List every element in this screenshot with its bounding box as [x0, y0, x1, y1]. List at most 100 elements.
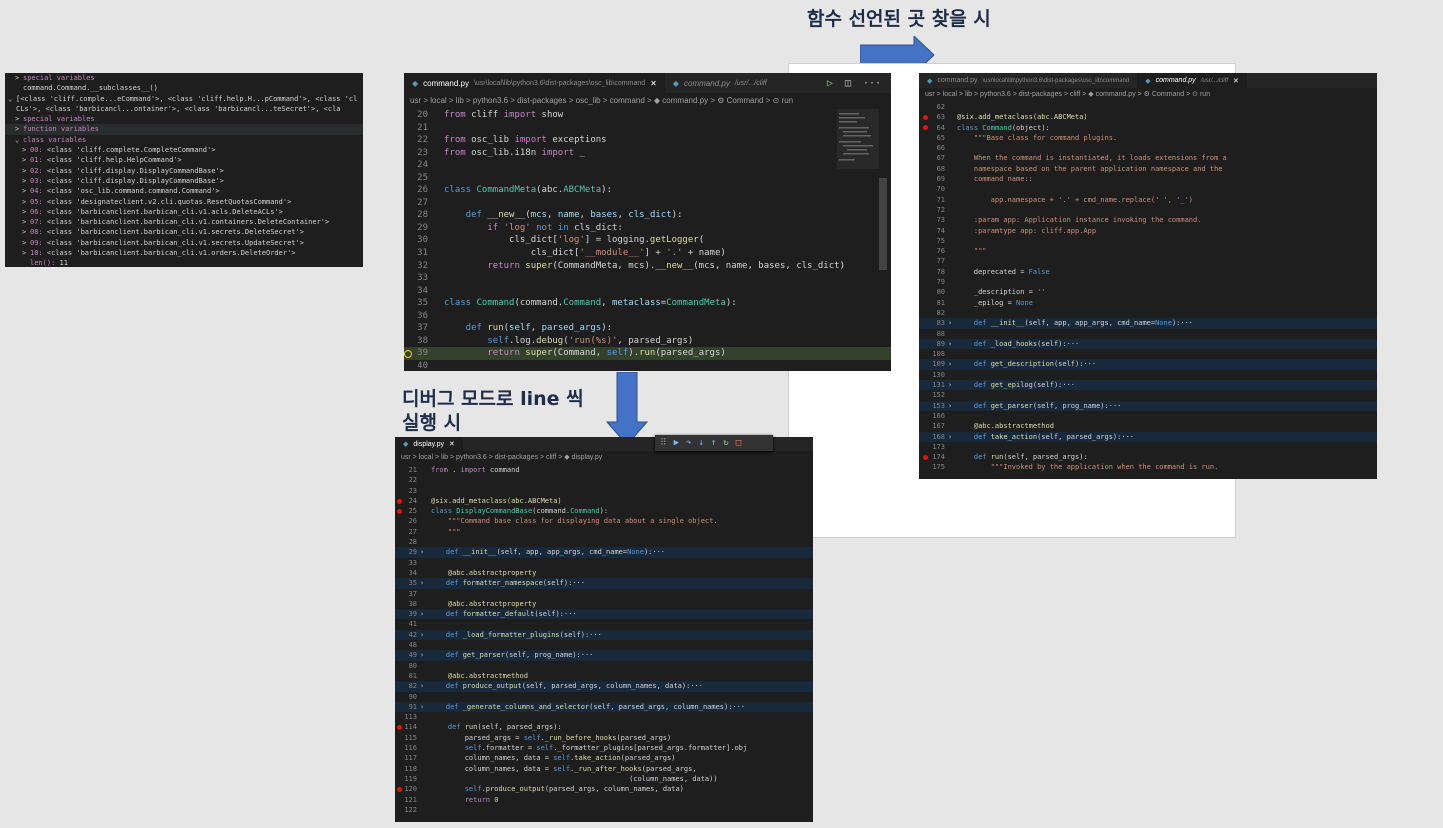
code-line[interactable]: 24: [404, 159, 891, 172]
line-number[interactable]: 131: [919, 380, 945, 390]
line-number[interactable]: 81: [919, 298, 945, 308]
line-number[interactable]: 166: [919, 411, 945, 421]
code-line[interactable]: 48: [395, 640, 813, 650]
code-line[interactable]: 66: [919, 143, 1377, 153]
chevron-right-icon[interactable]: >: [22, 217, 30, 227]
code-line[interactable]: 70: [919, 184, 1377, 194]
line-number[interactable]: 80: [919, 287, 945, 297]
fold-chevron-icon[interactable]: ›: [417, 578, 427, 588]
restart-icon[interactable]: ↻: [723, 438, 728, 448]
code-line[interactable]: 77: [919, 256, 1377, 266]
line-number[interactable]: 130: [919, 370, 945, 380]
fold-chevron-icon[interactable]: ›: [945, 401, 955, 411]
line-number[interactable]: 80: [395, 661, 417, 671]
code-line[interactable]: 29 if 'log' not in cls_dict:: [404, 222, 891, 235]
variable-row[interactable]: len(): 11: [5, 258, 363, 267]
stop-icon[interactable]: □: [736, 438, 741, 448]
fold-chevron-icon[interactable]: ›: [417, 630, 427, 640]
line-number[interactable]: 21: [395, 465, 417, 475]
code-line[interactable]: 35 › def formatter_namespace(self):···: [395, 578, 813, 589]
code-line[interactable]: 40: [404, 360, 891, 371]
step-over-icon[interactable]: ↷: [686, 438, 691, 448]
code-line[interactable]: 49 › def get_parser(self, prog_name):···: [395, 650, 813, 661]
code-line[interactable]: 67 When the command is instantiated, it …: [919, 153, 1377, 163]
variable-row[interactable]: >06: <class 'barbicanclient.barbican_cli…: [5, 207, 363, 217]
fold-chevron-icon[interactable]: ›: [417, 609, 427, 619]
code-line[interactable]: 31 cls_dict['__module__'] + '.' + name): [404, 247, 891, 260]
code-line[interactable]: 82 › def produce_output(self, parsed_args…: [395, 681, 813, 692]
code-line[interactable]: 62: [919, 102, 1377, 112]
line-number[interactable]: 20: [404, 109, 428, 122]
code-line[interactable]: 153 › def get_parser(self, prog_name):···: [919, 400, 1377, 411]
chevron-right-icon[interactable]: >: [15, 73, 23, 83]
code-line[interactable]: 22: [395, 475, 813, 485]
fold-chevron-icon[interactable]: ›: [945, 318, 955, 328]
drag-handle-icon[interactable]: ⠿: [660, 438, 667, 448]
code-line[interactable]: 42 › def _load_formatter_plugins(self):··…: [395, 629, 813, 641]
line-number[interactable]: 118: [395, 764, 417, 774]
code-line[interactable]: 152: [919, 390, 1377, 400]
code-line[interactable]: 79: [919, 277, 1377, 287]
line-number[interactable]: 66: [919, 143, 945, 153]
code-line[interactable]: 75: [919, 236, 1377, 246]
line-number[interactable]: 29: [395, 547, 417, 557]
code-line[interactable]: 130: [919, 370, 1377, 380]
line-number[interactable]: 74: [919, 226, 945, 236]
line-number[interactable]: 70: [919, 184, 945, 194]
code-line[interactable]: 83 › def __init__(self, app, app_args, cm…: [919, 318, 1377, 329]
tab-display[interactable]: ◆ display.py ✕: [395, 437, 463, 451]
breakpoint-icon[interactable]: [397, 508, 402, 514]
line-number[interactable]: 40: [404, 360, 428, 371]
line-number[interactable]: 82: [395, 681, 417, 691]
code-line[interactable]: 68 namespace based on the parent applica…: [919, 164, 1377, 174]
variable-row[interactable]: >09: <class 'barbicanclient.barbican_cli…: [5, 238, 363, 248]
code-line[interactable]: 76 """: [919, 246, 1377, 256]
code-line[interactable]: 24 @six.add_metaclass(abc.ABCMeta): [395, 496, 813, 506]
code-line[interactable]: 26 class CommandMeta(abc.ABCMeta):: [404, 184, 891, 197]
line-number[interactable]: 81: [395, 671, 417, 681]
breakpoint-icon[interactable]: [397, 786, 402, 792]
breadcrumb[interactable]: usr > local > lib > python3.6 > dist-pac…: [404, 93, 891, 109]
line-number[interactable]: 79: [919, 277, 945, 287]
continue-icon[interactable]: ▶: [674, 438, 679, 448]
code-line[interactable]: 26 """Command base class for displaying …: [395, 516, 813, 526]
fold-chevron-icon[interactable]: ›: [417, 650, 427, 660]
code-area[interactable]: 21 from . import command 22 23 24 @six.add_me…: [395, 465, 813, 815]
code-line[interactable]: 69 command name::: [919, 174, 1377, 184]
variable-row[interactable]: ⌄ [<class 'cliff.comple...eCommand'>, <cl…: [5, 94, 363, 104]
run-icon[interactable]: ▷: [827, 78, 833, 89]
line-number[interactable]: 32: [404, 260, 428, 273]
line-number[interactable]: 121: [395, 795, 417, 805]
code-line[interactable]: 117 column_names, data = self.take_actio…: [395, 753, 813, 763]
line-number[interactable]: 168: [919, 432, 945, 442]
code-line[interactable]: 71 app.namespace + '.' + cmd_name.replac…: [919, 195, 1377, 205]
chevron-right-icon[interactable]: >: [15, 114, 23, 124]
code-line[interactable]: 30 cls_dict['log'] = logging.getLogger(: [404, 234, 891, 247]
line-number[interactable]: 26: [395, 516, 417, 526]
line-number[interactable]: 39: [395, 609, 417, 619]
line-number[interactable]: 113: [395, 712, 417, 722]
line-number[interactable]: 22: [395, 475, 417, 485]
split-editor-icon[interactable]: ◫: [845, 78, 851, 89]
code-line[interactable]: 89 › def _load_hooks(self):···: [919, 338, 1377, 350]
variable-row[interactable]: >07: <class 'barbicanclient.barbican_cli…: [5, 217, 363, 227]
line-number[interactable]: 109: [919, 359, 945, 369]
code-line[interactable]: 21 from . import command: [395, 465, 813, 475]
variable-row[interactable]: >05: <class 'designateclient.v2.cli.quot…: [5, 197, 363, 207]
code-line[interactable]: 166: [919, 411, 1377, 421]
line-number[interactable]: 62: [919, 102, 945, 112]
code-line[interactable]: 74 :paramtype app: cliff.app.App: [919, 226, 1377, 236]
line-number[interactable]: 31: [404, 247, 428, 260]
code-line[interactable]: 37: [395, 589, 813, 599]
line-number[interactable]: 27: [404, 197, 428, 210]
line-number[interactable]: 117: [395, 753, 417, 763]
fold-chevron-icon[interactable]: ›: [945, 432, 955, 442]
code-line[interactable]: 34: [404, 285, 891, 298]
line-number[interactable]: 167: [919, 421, 945, 431]
chevron-down-icon[interactable]: ⌄: [15, 135, 23, 145]
code-line[interactable]: 115 parsed_args = self._run_before_hooks…: [395, 733, 813, 743]
code-line[interactable]: 38 @abc.abstractproperty: [395, 599, 813, 609]
line-number[interactable]: 65: [919, 133, 945, 143]
line-number[interactable]: 35: [404, 297, 428, 310]
chevron-right-icon[interactable]: >: [22, 186, 30, 196]
